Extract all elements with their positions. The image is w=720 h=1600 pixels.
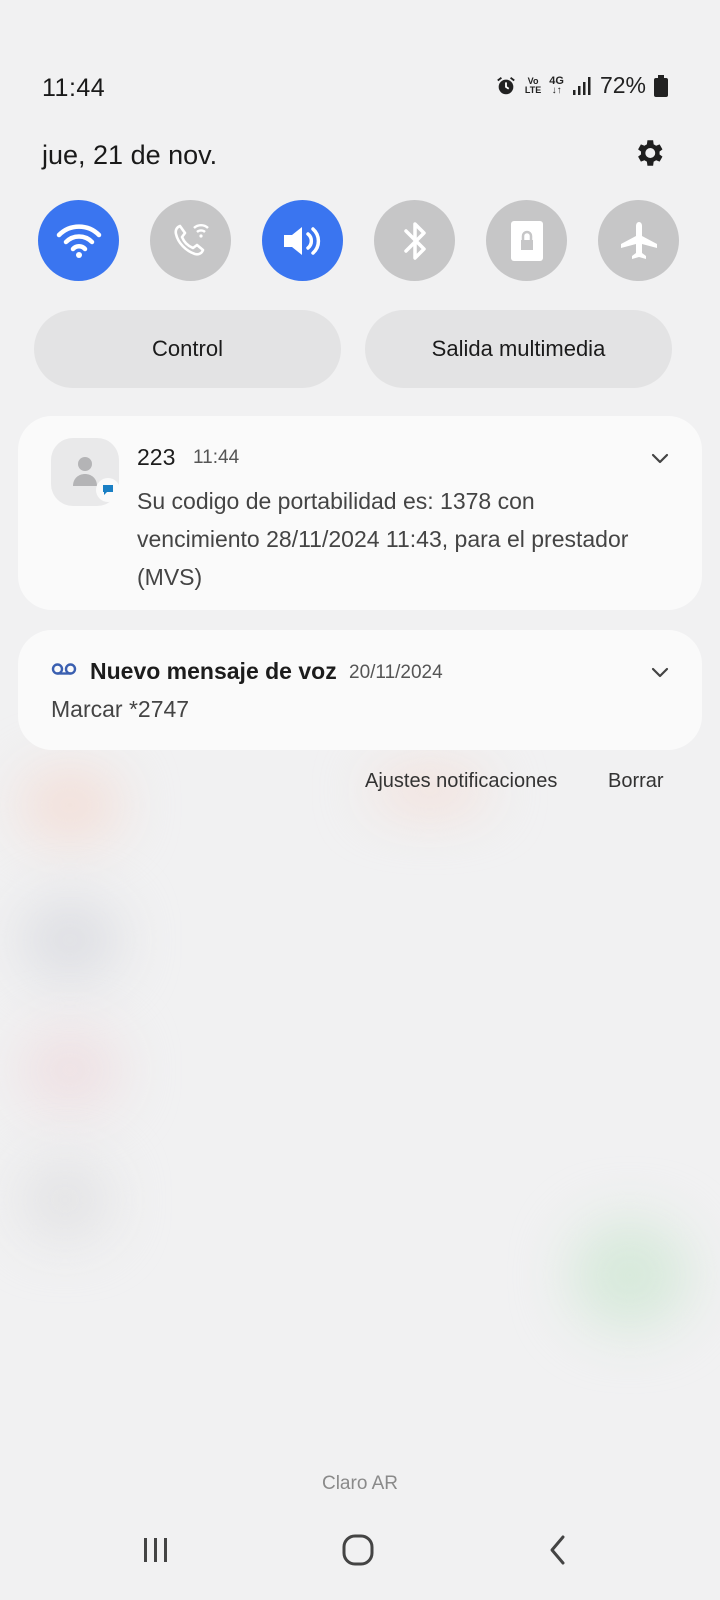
back-icon — [550, 1535, 565, 1565]
quick-settings-tiles — [38, 200, 679, 281]
notification-body: Marcar *2747 — [51, 696, 190, 722]
notification-body: Su codigo de portabilidad es: 1378 con v… — [137, 488, 629, 590]
notification-time: 11:44 — [193, 447, 240, 468]
chevron-down-icon[interactable] — [648, 446, 672, 470]
sms-notification[interactable]: 223 11:44 Su codigo de portabilidad es: … — [18, 416, 702, 610]
clock: 11:44 — [42, 74, 106, 102]
voicemail-notification[interactable]: Nuevo mensaje de voz 20/11/2024 Marcar *… — [18, 630, 702, 750]
gear-icon[interactable] — [632, 136, 666, 170]
home-icon — [342, 1534, 374, 1566]
voicemail-icon — [51, 663, 77, 675]
media-output-button[interactable]: Salida multimedia — [365, 310, 672, 388]
recents-icon — [144, 1538, 167, 1562]
notification-date: 20/11/2024 — [349, 662, 443, 683]
airplane-icon — [620, 221, 657, 259]
wifi-icon — [56, 223, 101, 258]
carrier-label: Claro AR — [321, 1473, 399, 1494]
notification-settings-button[interactable]: Ajustes notificaciones — [365, 770, 557, 793]
network-indicator: 4G ↓↑ — [549, 74, 564, 96]
chat-bubble-icon — [103, 485, 113, 495]
clear-button[interactable]: Borrar — [608, 770, 664, 793]
tile-wifi-calling[interactable] — [150, 200, 231, 281]
alarm-icon — [497, 76, 515, 94]
tile-airplane-mode[interactable] — [598, 200, 679, 281]
bluetooth-icon — [403, 221, 426, 260]
home-button[interactable] — [318, 1515, 398, 1585]
navigation-bar — [0, 1515, 720, 1600]
volume-icon — [283, 226, 320, 255]
message-badge — [96, 478, 120, 502]
notification-title: Nuevo mensaje de voz — [90, 658, 337, 684]
chevron-down-icon[interactable] — [648, 660, 672, 684]
battery-percent: 72% — [599, 72, 646, 98]
tile-wifi[interactable] — [38, 200, 119, 281]
recents-button[interactable] — [116, 1515, 196, 1585]
tile-rotation-lock[interactable] — [486, 200, 567, 281]
date-label: jue, 21 de nov. — [42, 140, 218, 170]
wifi-calling-icon — [173, 223, 209, 256]
signal-icon — [572, 76, 591, 95]
status-bar: 11:44 Vo LTE 4G ↓↑ 72% jue, 21 de nov. — [0, 0, 720, 180]
tile-bluetooth[interactable] — [374, 200, 455, 281]
volte-indicator: Vo LTE — [524, 75, 542, 95]
back-button[interactable] — [518, 1515, 598, 1585]
status-icons: Vo LTE 4G ↓↑ 72% — [495, 72, 668, 99]
notification-sender: 223 — [137, 444, 176, 470]
lock-icon — [510, 220, 543, 261]
tile-sound[interactable] — [262, 200, 343, 281]
battery-icon — [654, 74, 668, 97]
control-button[interactable]: Control — [34, 310, 341, 388]
